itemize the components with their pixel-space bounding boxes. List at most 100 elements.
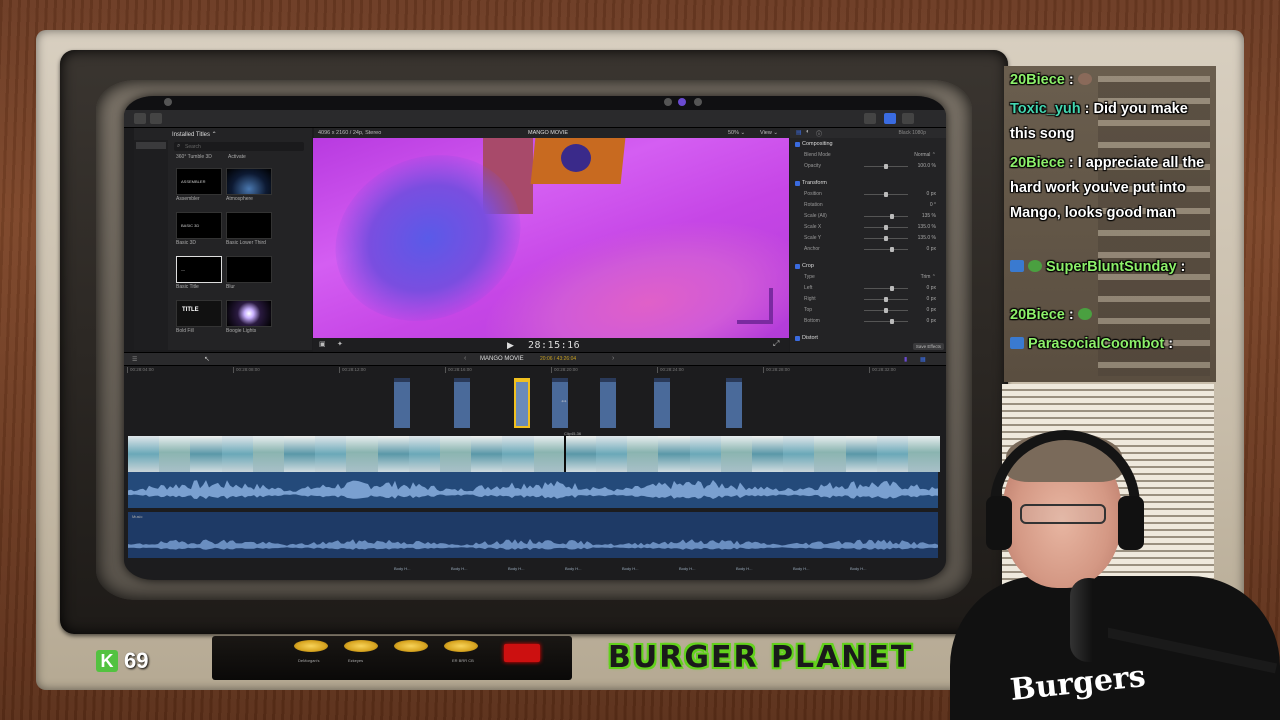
inspector-section[interactable]: Crop: [794, 262, 942, 271]
inspector-row[interactable]: Top 0 px: [794, 306, 942, 315]
search-input[interactable]: ⌕ Search: [174, 142, 304, 151]
apple-icon[interactable]: [164, 98, 172, 106]
share-button[interactable]: [864, 113, 876, 124]
primary-video-track[interactable]: [128, 436, 940, 472]
transform-icon[interactable]: ▣: [319, 340, 326, 348]
inspector-value[interactable]: 0 px: [927, 285, 936, 291]
inspector-slider[interactable]: [864, 192, 908, 197]
title-clip[interactable]: [394, 378, 410, 428]
timeline-ruler[interactable]: 00:28:04:00 00:28:08:00 00:28:12:00 00:28:1…: [124, 366, 946, 376]
battery-icon[interactable]: [694, 98, 702, 106]
status-icon[interactable]: [664, 98, 672, 106]
inspector-row[interactable]: Blend Mode Normal ⌃: [794, 151, 942, 160]
title-thumb-assembler[interactable]: ASSEMBLER: [176, 168, 222, 195]
timecode-display[interactable]: 28:15:16: [528, 340, 580, 351]
slider-knob[interactable]: [884, 236, 888, 241]
inspector-section[interactable]: Transform: [794, 179, 942, 188]
inspector-value[interactable]: 0 px: [927, 246, 936, 252]
inspector-row[interactable]: Bottom 0 px: [794, 317, 942, 326]
slider-knob[interactable]: [884, 308, 888, 313]
layout-button[interactable]: [902, 113, 914, 124]
section-checkbox[interactable]: [795, 141, 800, 147]
title-thumb-blur[interactable]: [226, 256, 272, 283]
title-clip[interactable]: [600, 378, 616, 428]
connected-clip-label[interactable]: Body H...: [451, 566, 467, 571]
inspector-row[interactable]: Right 0 px: [794, 295, 942, 304]
fullscreen-icon[interactable]: ⤢: [773, 339, 779, 349]
inspector-slider[interactable]: [864, 308, 908, 313]
view-menu[interactable]: View ⌄: [760, 130, 778, 136]
back-icon[interactable]: ‹: [464, 355, 466, 362]
inspector-slider[interactable]: [864, 236, 908, 241]
forward-icon[interactable]: ›: [612, 355, 614, 362]
inspector-value[interactable]: Normal ⌃: [914, 152, 936, 158]
inspector-slider[interactable]: [864, 247, 908, 252]
chat-username[interactable]: 20Biece: [1010, 155, 1065, 171]
connected-clip-label[interactable]: Body H...: [793, 566, 809, 571]
tv-knob[interactable]: [394, 640, 428, 652]
inspector-row[interactable]: Scale Y 135.0 %: [794, 234, 942, 243]
inspector-row[interactable]: Type Trim ⌃: [794, 273, 942, 282]
inspector-slider[interactable]: [864, 164, 908, 169]
connected-clip-label[interactable]: Body H...: [679, 566, 695, 571]
inspector-slider[interactable]: [864, 319, 908, 324]
inspector-toggle-button[interactable]: [884, 113, 896, 124]
title-thumb-basic-3d[interactable]: BASIC 3D: [176, 212, 222, 239]
video-inspector-icon[interactable]: ▤: [796, 129, 802, 136]
inspector-row[interactable]: Anchor 0 px: [794, 245, 942, 254]
chat-username[interactable]: 20Biece: [1010, 307, 1065, 323]
section-checkbox[interactable]: [795, 335, 800, 341]
import-button[interactable]: [150, 113, 162, 124]
save-effects-button[interactable]: Save Effects: [912, 343, 944, 350]
title-thumb-basic-title[interactable]: —: [176, 256, 222, 283]
enhance-icon[interactable]: ✦: [337, 340, 343, 348]
connected-clip-label[interactable]: Body H...: [508, 566, 524, 571]
tv-knob[interactable]: [444, 640, 478, 652]
viewer-canvas[interactable]: [313, 138, 789, 338]
inspector-row[interactable]: Rotation 0 °: [794, 201, 942, 210]
browser-title[interactable]: Installed Titles ⌃: [172, 131, 217, 138]
slider-knob[interactable]: [890, 247, 894, 252]
play-icon[interactable]: ▶: [507, 340, 514, 351]
inspector-section[interactable]: Distort: [794, 334, 942, 343]
title-clip-selected[interactable]: [514, 378, 530, 428]
inspector-slider[interactable]: [864, 214, 908, 219]
inspector-value[interactable]: 135 %: [922, 213, 936, 219]
title-clip[interactable]: [454, 378, 470, 428]
inspector-value[interactable]: 0 px: [927, 296, 936, 302]
title-thumb-atmosphere[interactable]: [226, 168, 272, 195]
slider-knob[interactable]: [890, 214, 894, 219]
primary-audio-track[interactable]: [128, 472, 938, 508]
inspector-row[interactable]: Opacity 100.0 %: [794, 162, 942, 171]
edit-point[interactable]: [564, 436, 566, 472]
zoom-timeline-icon[interactable]: ▦: [920, 356, 926, 363]
inspector-value[interactable]: 0 px: [927, 191, 936, 197]
color-inspector-icon[interactable]: ◐: [806, 129, 810, 135]
connected-clip-label[interactable]: Body H...: [565, 566, 581, 571]
connected-clip-label[interactable]: Body H...: [394, 566, 410, 571]
music-track[interactable]: Music: [128, 512, 938, 558]
inspector-row[interactable]: Left 0 px: [794, 284, 942, 293]
select-tool-icon[interactable]: ↖: [204, 355, 210, 363]
title-thumb-basic-lower-third[interactable]: [226, 212, 272, 239]
power-button[interactable]: [504, 644, 540, 662]
library-toggle-button[interactable]: [134, 113, 146, 124]
slider-knob[interactable]: [884, 164, 888, 169]
slider-knob[interactable]: [884, 192, 888, 197]
section-checkbox[interactable]: [795, 180, 800, 186]
connected-clip-label[interactable]: Body H...: [850, 566, 866, 571]
inspector-value[interactable]: 135.0 %: [918, 235, 936, 241]
inspector-slider[interactable]: [864, 225, 908, 230]
info-icon[interactable]: ⓘ: [816, 129, 822, 138]
slider-knob[interactable]: [884, 225, 888, 230]
zoom-menu[interactable]: 50% ⌄: [728, 130, 745, 136]
tv-knob[interactable]: [344, 640, 378, 652]
inspector-row[interactable]: Scale X 135.0 %: [794, 223, 942, 232]
inspector-value[interactable]: 0 px: [927, 318, 936, 324]
inspector-slider[interactable]: [864, 297, 908, 302]
wifi-icon[interactable]: [678, 98, 686, 106]
slider-knob[interactable]: [884, 297, 888, 302]
crop-corner-handle[interactable]: [737, 288, 773, 324]
tv-knob[interactable]: [294, 640, 328, 652]
connected-clip-label[interactable]: Body H...: [736, 566, 752, 571]
